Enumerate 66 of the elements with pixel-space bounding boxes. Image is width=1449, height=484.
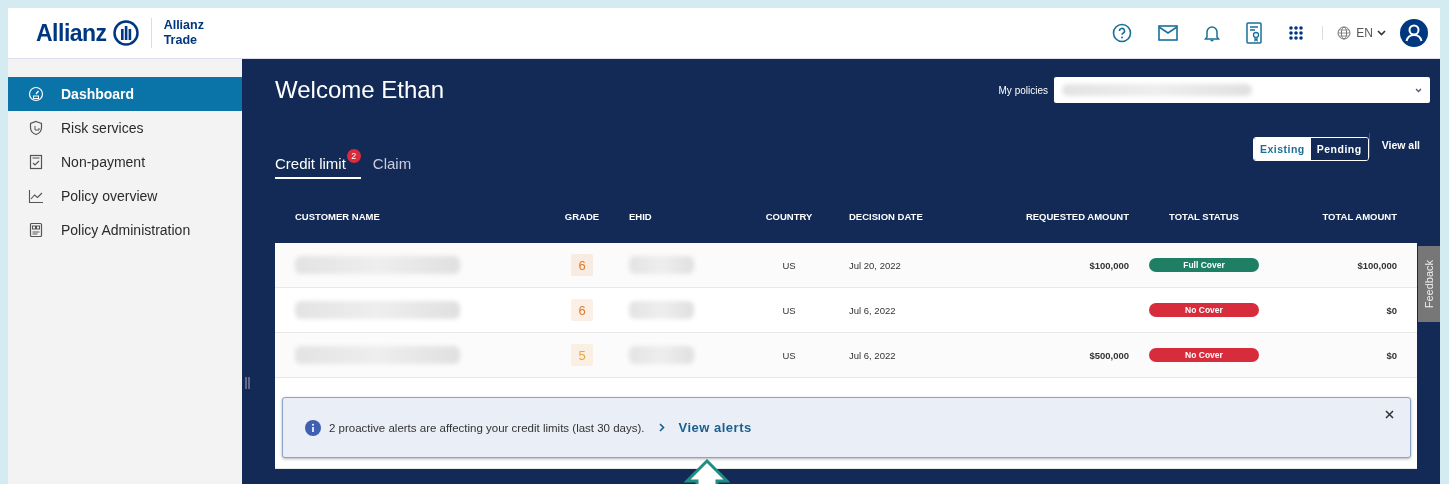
chevron-down-icon [1415, 87, 1422, 93]
feedback-tab[interactable]: Feedback [1418, 246, 1440, 322]
gauge-icon [28, 86, 44, 102]
welcome-heading: Welcome Ethan [275, 76, 444, 104]
globe-icon [1337, 26, 1352, 40]
column-header: TOTAL AMOUNT [1321, 210, 1397, 222]
column-header: GRADE [564, 210, 600, 222]
sidebar-item[interactable]: Policy overview [8, 179, 242, 213]
form-icon [28, 222, 44, 238]
view-alerts-link[interactable]: View alerts [678, 420, 752, 435]
sidebar-item[interactable]: Non-payment [8, 145, 242, 179]
table-cell-text: $500,000 [1088, 349, 1129, 361]
certificate-icon[interactable] [1246, 22, 1263, 44]
shield-hand-icon [28, 120, 44, 136]
chevron-right-icon [658, 423, 665, 432]
table-cell-text: $0 [1385, 304, 1397, 316]
table-cell-text: $100,000 [1356, 259, 1397, 271]
info-icon [305, 419, 321, 436]
field-label: My policies [998, 84, 1048, 96]
mail-icon[interactable] [1158, 25, 1179, 41]
tab[interactable]: Claim [372, 149, 412, 179]
status-pill: Full Cover [1149, 258, 1259, 272]
grade-badge: 6 [571, 299, 593, 321]
column-header: COUNTRY [765, 210, 813, 222]
segment-button[interactable]: Existing [1253, 138, 1311, 160]
help-icon[interactable] [1112, 23, 1133, 43]
table-cell-text: Jul 6, 2022 [849, 304, 897, 316]
product-name: Allianz Trade [150, 18, 204, 48]
sidebar-item[interactable]: Policy Administration [8, 213, 242, 247]
table-cell-text: $0 [1385, 349, 1397, 361]
close-icon [1385, 410, 1394, 419]
redacted-text [629, 256, 694, 274]
table-cell: US [782, 304, 796, 316]
table-cell-text: Jul 20, 2022 [849, 259, 902, 271]
count-badge: 2 [346, 149, 361, 163]
user-avatar-icon[interactable] [1400, 19, 1428, 47]
logo-emblem-icon [112, 20, 139, 46]
redacted-text [629, 346, 694, 364]
column-header: CUSTOMER NAME [295, 210, 381, 222]
table-cell: US [782, 259, 796, 271]
sidebar-item[interactable]: Risk services [8, 111, 242, 145]
language-selector[interactable]: EN [1356, 26, 1386, 40]
column-header: DECISION DATE [849, 210, 924, 222]
apps-grid-icon[interactable] [1288, 25, 1305, 41]
redacted-text [629, 301, 694, 319]
chevron-down-icon [1377, 30, 1386, 36]
view-all-link[interactable]: View all [1368, 133, 1420, 157]
column-header: REQUESTED AMOUNT [1024, 210, 1129, 222]
resize-handle-icon [245, 377, 250, 389]
alert-message: 2 proactive alerts are affecting your credit limits (last 30 days). [329, 421, 645, 434]
column-header: TOTAL STATUS [1169, 210, 1239, 222]
brand-logo[interactable]: Allianz [36, 19, 139, 47]
line-chart-icon [28, 188, 44, 204]
table-cell-text: $100,000 [1088, 259, 1129, 271]
bell-icon[interactable] [1204, 24, 1221, 42]
table-cell: US [782, 349, 796, 361]
tab[interactable]: Credit limit 2 [275, 149, 361, 179]
table-cell-text: Jul 6, 2022 [849, 349, 897, 361]
status-pill: No Cover [1149, 303, 1259, 317]
grade-badge: 6 [571, 254, 593, 276]
checked-document-icon [28, 154, 44, 170]
status-pill: No Cover [1149, 348, 1259, 362]
grade-badge: 5 [571, 344, 593, 366]
close-button[interactable] [1385, 410, 1394, 419]
sidebar-item[interactable]: Dashboard [8, 77, 242, 111]
column-header: EHID [629, 210, 653, 222]
